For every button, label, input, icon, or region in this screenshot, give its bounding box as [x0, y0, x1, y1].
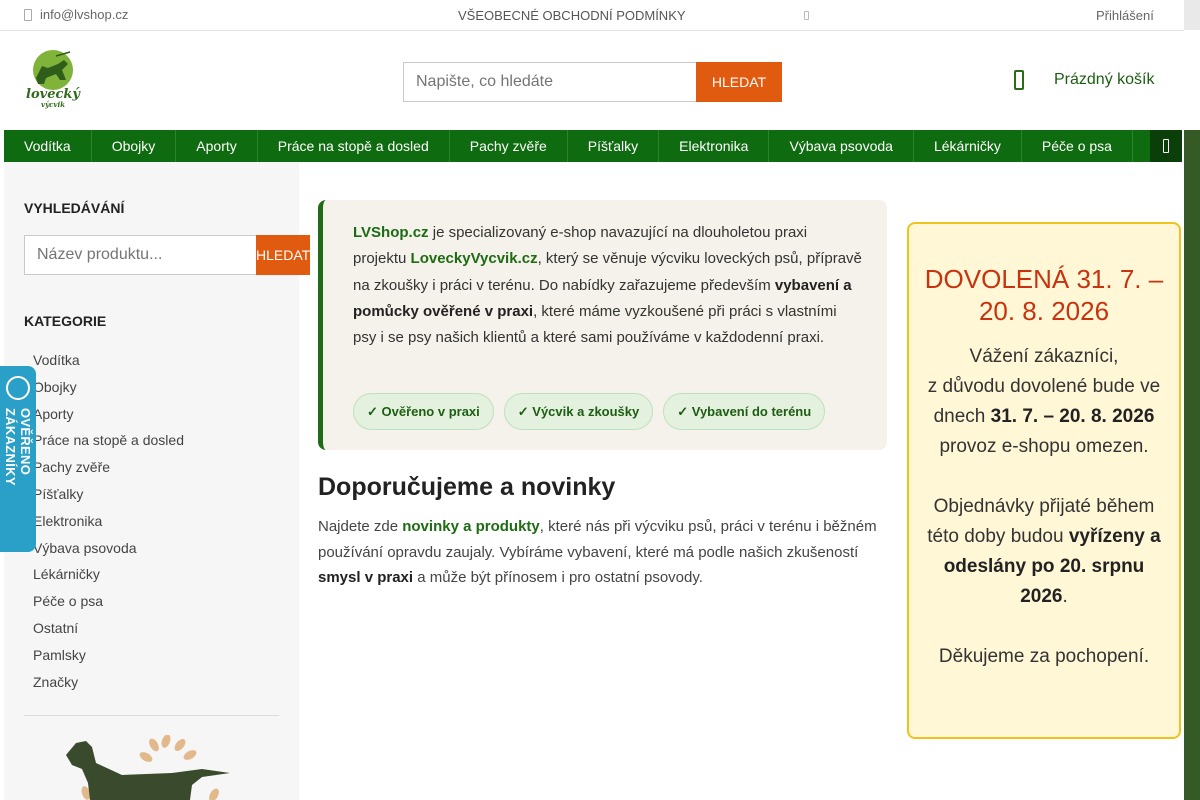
phone-icon [804, 11, 809, 20]
sidebar-search-input[interactable] [24, 235, 256, 275]
sidebar-divider [24, 715, 279, 716]
nav-item-elektronika[interactable]: Elektronika [659, 130, 770, 162]
category-znacky[interactable]: Značky [33, 669, 184, 696]
category-pamlsky[interactable]: Pamlsky [33, 642, 184, 669]
recommend-text: Najdete zde novinky a produkty, které ná… [318, 514, 888, 591]
sidebar-search-heading: VYHLEDÁVÁNÍ [24, 200, 125, 216]
notice-body: Vážení zákazníci, z důvodu dovolené bude… [909, 342, 1179, 672]
notice-title: DOVOLENÁ 31. 7. – 20. 8. 2026 [924, 264, 1164, 326]
nav-item-pachy-zvere[interactable]: Pachy zvěře [450, 130, 568, 162]
verified-badge[interactable]: OVĚŘENO ZÁKAZNÍKY [0, 366, 36, 552]
category-elektronika[interactable]: Elektronika [33, 508, 184, 535]
category-ostatni[interactable]: Ostatní [33, 615, 184, 642]
vacation-notice: DOVOLENÁ 31. 7. – 20. 8. 2026 Vážení zák… [907, 222, 1181, 739]
search-input[interactable] [403, 62, 696, 102]
category-vybava-psovoda[interactable]: Výbava psovoda [33, 535, 184, 562]
header-search: HLEDAT [403, 62, 782, 102]
top-bar: info@lvshop.cz VŠEOBECNÉ OBCHODNÍ PODMÍN… [0, 0, 1184, 31]
page: info@lvshop.cz VŠEOBECNÉ OBCHODNÍ PODMÍN… [0, 0, 1184, 800]
envelope-icon [24, 8, 32, 21]
chip-vybaveni: ✓ Vybavení do terénu [663, 393, 826, 430]
category-lekarnicky[interactable]: Lékárničky [33, 561, 184, 588]
nav-item-vybava-psovoda[interactable]: Výbava psovoda [769, 130, 914, 162]
notice-thanks: Děkujeme za pochopení. [938, 646, 1150, 667]
sidebar-categories-heading: KATEGORIE [24, 313, 107, 329]
sidebar: VYHLEDÁVÁNÍ HLEDAT KATEGORIE Vodítka Obo… [4, 162, 311, 800]
recommend-title: Doporučujeme a novinky [318, 473, 616, 501]
intro-box: LVShop.cz je specializovaný e-shop navaz… [318, 200, 887, 450]
notice-greeting: Vážení zákazníci, [969, 346, 1119, 367]
email-text: info@lvshop.cz [40, 7, 129, 22]
category-pistalky[interactable]: Píšťalky [33, 481, 184, 508]
category-aporty[interactable]: Aporty [33, 401, 184, 428]
site-logo[interactable]: lovecký výcvik [22, 48, 84, 112]
main-nav: Vodítka Obojky Aporty Práce na stopě a d… [4, 130, 1182, 162]
notice-p2-end: . [1062, 586, 1068, 607]
category-list: Vodítka Obojky Aporty Práce na stopě a d… [33, 347, 184, 695]
login-link[interactable]: Přihlášení [1096, 8, 1154, 23]
nav-more-button[interactable] [1150, 130, 1182, 162]
cart-icon [1014, 70, 1024, 90]
nav-item-prace-na-stope[interactable]: Práce na stopě a dosled [258, 130, 450, 162]
notice-gap-2 [925, 612, 1163, 642]
feature-chips: ✓ Ověřeno v praxi ✓ Výcvik a zkoušky ✓ V… [353, 393, 826, 430]
brand-link[interactable]: LVShop.cz [353, 224, 429, 241]
cart-label: Prázdný košík [1054, 71, 1155, 88]
terms-link[interactable]: VŠEOBECNÉ OBCHODNÍ PODMÍNKY [458, 8, 686, 23]
nav-item-pece-o-psa[interactable]: Péče o psa [1022, 130, 1133, 162]
category-pece-o-psa[interactable]: Péče o psa [33, 588, 184, 615]
recommend-bold: smysl v praxi [318, 569, 414, 587]
menu-icon [1163, 139, 1169, 153]
notice-paragraph-2: Objednávky přijaté během této doby budou… [925, 492, 1163, 612]
category-voditka[interactable]: Vodítka [33, 347, 184, 374]
notice-p1-end: provoz e-shopu omezen. [939, 436, 1149, 457]
notice-gap-1 [925, 462, 1163, 492]
background-strip [1184, 0, 1200, 800]
nav-item-lekarnicky[interactable]: Lékárničky [914, 130, 1022, 162]
category-pachy-zvere[interactable]: Pachy zvěře [33, 454, 184, 481]
intro-text: LVShop.cz je specializovaný e-shop navaz… [353, 220, 863, 351]
nav-item-pistalky[interactable]: Píšťalky [568, 130, 660, 162]
chip-vycvik: ✓ Výcvik a zkoušky [503, 393, 654, 430]
nav-item-voditka[interactable]: Vodítka [4, 130, 92, 162]
logo-word-2: výcvik [41, 100, 65, 109]
notice-dates: 31. 7. – 20. 8. 2026 [990, 406, 1155, 427]
nav-item-obojky[interactable]: Obojky [92, 130, 177, 162]
search-button[interactable]: HLEDAT [696, 62, 782, 102]
recommend-link[interactable]: novinky a produkty [402, 518, 540, 535]
sidebar-search: HLEDAT [24, 235, 311, 275]
category-prace-na-stope[interactable]: Práce na stopě a dosled [33, 427, 184, 454]
sidebar-search-button[interactable]: HLEDAT [256, 235, 311, 275]
verified-badge-text: OVĚŘENO ZÁKAZNÍKY [3, 408, 33, 486]
nav-item-aporty[interactable]: Aporty [176, 130, 258, 162]
dog-illustration [62, 734, 242, 800]
cart[interactable]: Prázdný košík [1014, 70, 1154, 90]
email-link[interactable]: info@lvshop.cz [24, 7, 128, 22]
recommend-text-3: a může být přínosem i pro ostatní psovod… [413, 569, 703, 587]
category-obojky[interactable]: Obojky [33, 374, 184, 401]
project-link[interactable]: LoveckyVycvik.cz [411, 250, 538, 267]
recommend-text-1: Najdete zde [318, 518, 403, 535]
chip-overeno: ✓ Ověřeno v praxi [353, 393, 494, 430]
notice-paragraph-1: z důvodu dovolené bude ve dnech 31. 7. –… [925, 372, 1163, 462]
verified-seal-icon [6, 376, 30, 400]
